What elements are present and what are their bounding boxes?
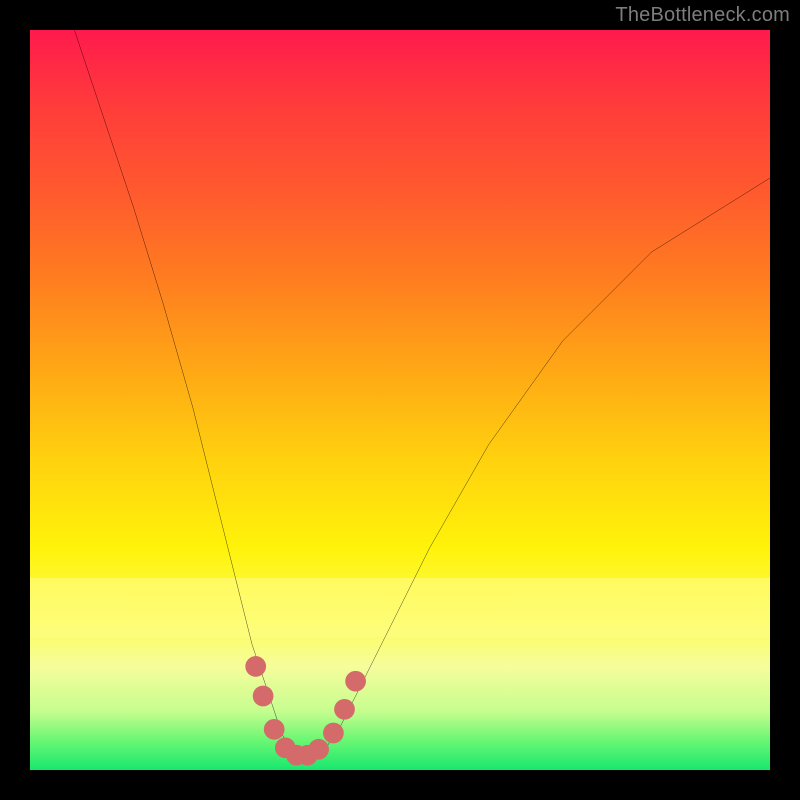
trough-markers [245,656,366,766]
series-layer [30,30,770,770]
plot-area [30,30,770,770]
trough-marker [245,656,266,677]
watermark-text: TheBottleneck.com [615,4,790,27]
trough-marker [253,686,274,707]
trough-marker [308,739,329,760]
trough-marker [323,723,344,744]
chart-frame: TheBottleneck.com [0,0,800,800]
bottleneck-curve [74,30,770,759]
trough-marker [345,671,366,692]
trough-marker [334,699,355,720]
trough-marker [264,719,285,740]
